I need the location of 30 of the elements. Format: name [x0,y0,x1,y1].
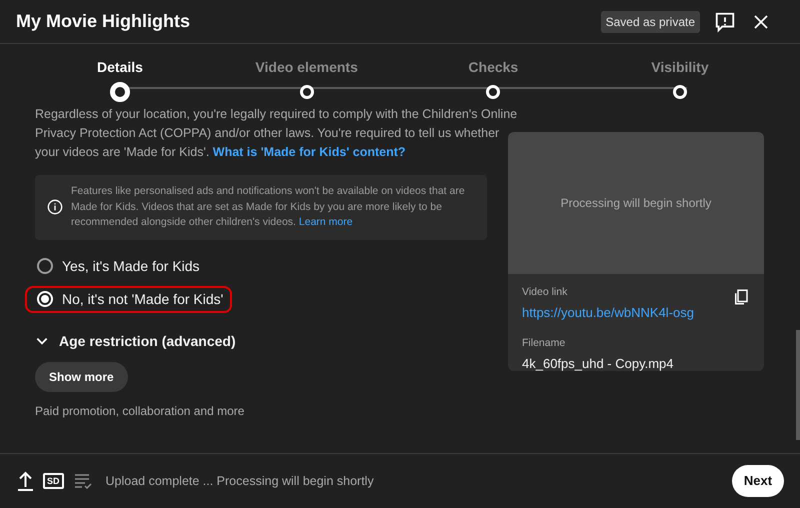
info-icon [47,199,63,216]
upload-icon [17,471,34,491]
close-icon[interactable] [752,12,770,30]
radio-option[interactable]: Yes, it's Made for Kids [25,252,232,280]
step-tab[interactable]: Visibility [651,57,709,78]
step-tab[interactable]: Video elements [255,57,358,78]
learn-more-link[interactable]: Learn more [298,216,353,228]
filename-text: 4k_60fps_uhd - Copy.mp4 [522,355,675,371]
status-badge: Saved as private [600,10,700,32]
step-tab[interactable]: Checks [468,57,518,78]
notice-text: Features like personalised ads and notifications won't be available on videos that are Made for Kids. Videos that are set as Made for Kids by you are more likely to be recommended alongside other children's videos. Learn more [71,184,466,230]
next-button[interactable]: Next [732,465,784,497]
field-label: Video link [522,285,568,300]
window-title: My Movie Highlights [16,10,192,33]
age-restriction-toggle[interactable]: Age restriction (advanced) [35,330,236,352]
step-tab[interactable]: Details [97,57,143,78]
show-more-button[interactable]: Show more [35,362,128,392]
upload-status: Upload complete ... Processing will begin shortly [106,472,375,490]
video-link[interactable]: https://youtu.be/wbNNK4l-osg [522,302,750,322]
processing-message: Processing will begin shortly [560,195,712,212]
field-label: Filename [522,336,566,352]
feedback-icon[interactable] [714,10,736,32]
hint-text: Paid promotion, collaboration and more [35,402,246,420]
radio-button[interactable] [37,258,53,274]
scrollbar-thumb[interactable] [796,330,800,440]
radio-label: No, it's not 'Made for Kids' [62,290,224,308]
copy-icon[interactable] [732,288,750,306]
sd-badge: SD [43,473,64,489]
checklist-icon [74,473,92,489]
help-link[interactable]: What is 'Made for Kids' content? [212,145,406,159]
